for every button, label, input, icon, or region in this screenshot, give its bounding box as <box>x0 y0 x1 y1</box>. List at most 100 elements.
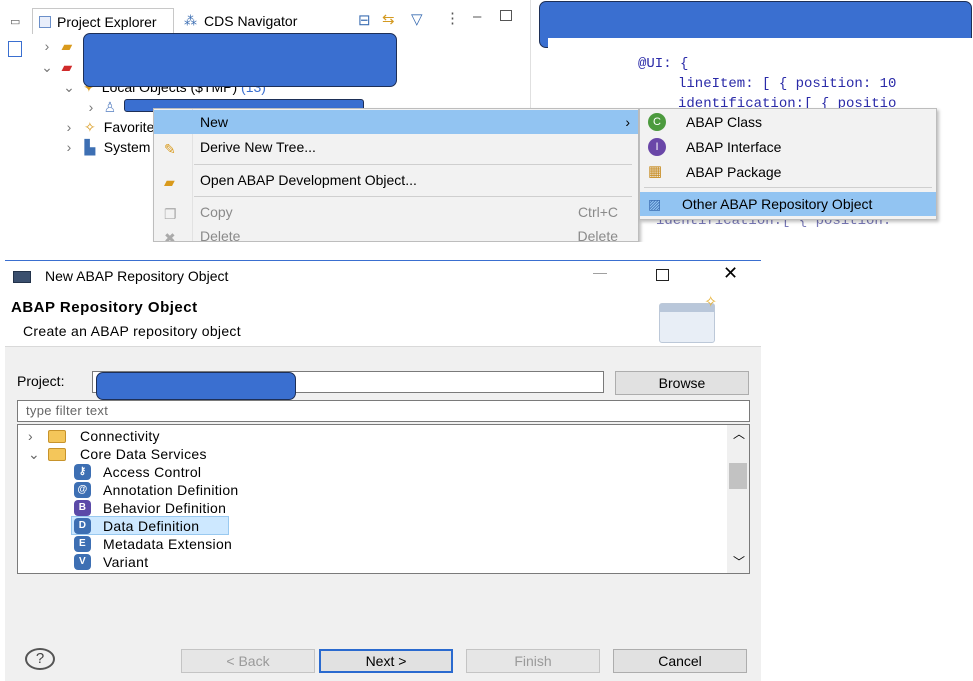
tree-system-library[interactable]: › ▙ System <box>62 137 151 157</box>
object-type-tree[interactable]: › Connectivity ⌄ Core Data Services ⚷ Ac… <box>17 424 750 574</box>
menu-shortcut: Delete <box>577 228 618 242</box>
chevron-down-icon: ⌄ <box>41 59 53 75</box>
tree-user-node[interactable]: › ♙ <box>84 97 118 117</box>
user-icon: ♙ <box>103 99 117 115</box>
annotation-definition-icon: @ <box>74 482 91 498</box>
tree-item-label: Connectivity <box>80 428 160 444</box>
view-menu-icon[interactable]: ⋮ <box>445 9 460 27</box>
eclipse-workbench: ▭ Project Explorer ⁂ CDS Navigator ⊟ ⇆ ▽… <box>0 0 973 242</box>
dialog-titlebar: New ABAP Repository Object — ✕ <box>5 261 761 291</box>
wizard-heading: ABAP Repository Object <box>11 299 198 316</box>
favorites-icon: ✧ <box>84 119 96 135</box>
maximize-icon[interactable] <box>656 269 669 281</box>
tree-item-label: Metadata Extension <box>103 536 233 552</box>
filter-input[interactable]: type filter text <box>17 400 750 422</box>
tree-favorites[interactable]: › ✧ Favorite <box>62 117 155 137</box>
tree-item-connectivity[interactable]: › Connectivity <box>28 427 160 445</box>
chevron-right-icon: › <box>66 119 72 135</box>
menu-item-delete[interactable]: ✖ Delete Delete <box>154 224 638 242</box>
finish-button[interactable]: Finish <box>466 649 600 673</box>
tab-label: Project Explorer <box>57 14 157 30</box>
data-definition-icon: D <box>74 518 91 534</box>
tree-item-core-data-services[interactable]: ⌄ Core Data Services <box>28 445 206 463</box>
tab-cds-navigator[interactable]: ⁂ CDS Navigator <box>178 8 328 34</box>
tree-item-label: Variant <box>103 554 149 570</box>
tree-item-label: Data Definition <box>103 518 200 534</box>
chevron-right-icon: › <box>44 38 50 54</box>
submenu-abap-interface[interactable]: I ABAP Interface <box>640 135 936 159</box>
dialog-title: New ABAP Repository Object <box>45 268 229 284</box>
next-button[interactable]: Next > <box>319 649 453 673</box>
minimize-icon[interactable]: – <box>473 8 481 25</box>
tree-project-1[interactable]: › ▰ <box>40 36 76 56</box>
wizard-banner-icon: ✧ <box>659 294 717 343</box>
submenu-label: ABAP Interface <box>686 139 782 155</box>
back-button[interactable]: < Back <box>181 649 315 673</box>
outline-icon[interactable] <box>8 41 22 57</box>
folder-open-icon <box>48 448 66 461</box>
browse-button[interactable]: Browse <box>615 371 749 395</box>
favorites-label: Favorite <box>103 119 155 135</box>
tree-item-label: Annotation Definition <box>103 482 239 498</box>
close-icon[interactable]: ✕ <box>723 263 738 284</box>
repository-object-icon: ▨ <box>648 196 662 212</box>
sparkle-icon: ✧ <box>704 294 718 311</box>
abap-package-icon: ▦ <box>648 163 663 180</box>
menu-item-open-abap-object[interactable]: ▰ Open ABAP Development Object... <box>154 168 638 192</box>
tab-project-explorer[interactable]: Project Explorer <box>32 8 174 34</box>
filter-icon[interactable]: ▽ <box>411 10 423 28</box>
submenu-abap-package[interactable]: ▦ ABAP Package <box>640 160 936 184</box>
metadata-extension-icon: E <box>74 536 91 552</box>
copy-icon: ❐ <box>164 206 177 222</box>
menu-item-copy[interactable]: ❐ Copy Ctrl+C <box>154 200 638 224</box>
chevron-down-icon: ⌄ <box>63 79 75 95</box>
system-label: System <box>103 139 151 155</box>
context-menu: New › ✎ Derive New Tree... ▰ Open ABAP D… <box>153 108 639 242</box>
menu-item-label: New <box>200 114 229 130</box>
wizard-subheading: Create an ABAP repository object <box>23 323 241 339</box>
tree-project-2[interactable]: ⌄ ▰ <box>40 57 76 77</box>
tree-item-label: Behavior Definition <box>103 500 227 516</box>
menu-item-label: Derive New Tree... <box>200 139 316 155</box>
menu-item-new[interactable]: New › <box>154 110 638 134</box>
redacted-project-value <box>96 372 296 400</box>
submenu-label: ABAP Class <box>686 114 762 130</box>
new-abap-repository-object-dialog: New ABAP Repository Object — ✕ ABAP Repo… <box>5 260 761 681</box>
redacted-project-name <box>83 33 397 87</box>
minimize-icon[interactable]: — <box>593 264 607 280</box>
filter-placeholder: type filter text <box>26 403 109 418</box>
submenu-abap-class[interactable]: C ABAP Class <box>640 110 936 134</box>
open-object-icon: ▰ <box>164 174 175 190</box>
dialog-app-icon <box>13 271 31 283</box>
delete-icon: ✖ <box>164 230 176 242</box>
scrollbar-thumb[interactable] <box>729 463 747 489</box>
scroll-down-icon[interactable]: ﹀ <box>733 553 745 570</box>
collapse-all-icon[interactable]: ⊟ <box>358 11 371 29</box>
cds-navigator-icon: ⁂ <box>184 13 197 28</box>
library-icon: ▙ <box>84 139 96 155</box>
code-line-1: @UI: { <box>638 56 689 72</box>
scroll-up-icon[interactable]: ︿ <box>733 425 745 442</box>
variant-icon: V <box>74 554 91 570</box>
menu-item-derive-new-tree[interactable]: ✎ Derive New Tree... <box>154 135 638 159</box>
project-explorer-icon <box>39 16 51 28</box>
folder-icon <box>48 430 66 443</box>
wizard-banner: ABAP Repository Object Create an ABAP re… <box>5 291 761 347</box>
menu-shortcut: Ctrl+C <box>577 204 618 220</box>
behavior-definition-icon: B <box>74 500 91 516</box>
tree-item-label: Core Data Services <box>80 446 207 462</box>
derive-tree-icon: ✎ <box>164 141 176 157</box>
submenu-label: Other ABAP Repository Object <box>682 196 873 212</box>
maximize-icon[interactable] <box>500 10 512 21</box>
link-with-editor-icon[interactable]: ⇆ <box>382 10 395 28</box>
submenu-other-abap-repository-object[interactable]: ▨ Other ABAP Repository Object <box>640 192 936 216</box>
menu-item-label: Delete <box>200 228 241 242</box>
help-icon[interactable]: ? <box>25 648 55 670</box>
cancel-button[interactable]: Cancel <box>613 649 747 673</box>
chevron-right-icon: › <box>28 428 33 444</box>
tab-label: CDS Navigator <box>204 13 298 29</box>
abap-class-icon: C <box>648 113 666 131</box>
menu-item-label: Open ABAP Development Object... <box>200 172 417 188</box>
tree-scrollbar[interactable]: ︿ ﹀ <box>727 425 749 573</box>
access-control-icon: ⚷ <box>74 464 91 480</box>
